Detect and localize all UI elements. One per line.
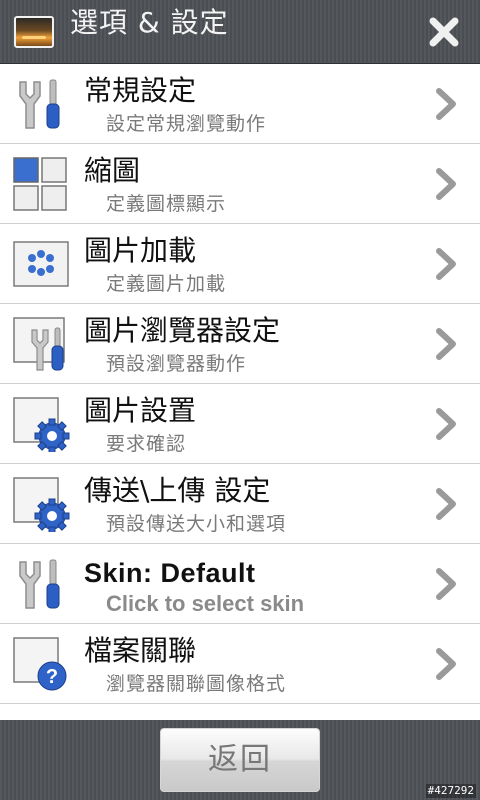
item-title: 圖片加載 bbox=[84, 234, 197, 267]
item-subtitle: 預設瀏覽器動作 bbox=[106, 353, 247, 375]
chevron-right-icon bbox=[436, 568, 456, 600]
image-gear-icon bbox=[13, 397, 70, 452]
item-subtitle: 定義圖標顯示 bbox=[106, 193, 227, 215]
chevron-right-icon bbox=[436, 88, 456, 120]
back-button[interactable]: 返回 bbox=[160, 728, 320, 792]
item-title: 圖片瀏覽器設定 bbox=[84, 314, 281, 347]
chevron-right-icon bbox=[436, 488, 456, 520]
list-item-viewer-settings[interactable]: 圖片瀏覽器設定 預設瀏覽器動作 bbox=[0, 304, 480, 384]
image-loading-icon bbox=[13, 241, 69, 287]
viewer-tools-icon bbox=[13, 317, 65, 371]
item-subtitle: 定義圖片加載 bbox=[106, 273, 227, 295]
upload-gear-icon bbox=[13, 477, 70, 532]
svg-text:?: ? bbox=[46, 666, 58, 688]
file-association-help-icon: ? bbox=[13, 637, 67, 691]
chevron-right-icon bbox=[436, 328, 456, 360]
chevron-right-icon bbox=[436, 168, 456, 200]
settings-list: 常規設定 設定常規瀏覽動作 縮圖 定義圖標顯示 圖片加載 定義圖片加載 圖片瀏覽… bbox=[0, 64, 480, 720]
item-title: 圖片設置 bbox=[84, 394, 197, 427]
bottom-bar: 返回 bbox=[0, 720, 480, 800]
list-item-image-loading[interactable]: 圖片加載 定義圖片加載 bbox=[0, 224, 480, 304]
list-item-thumbnails[interactable]: 縮圖 定義圖標顯示 bbox=[0, 144, 480, 224]
item-subtitle: 預設傳送大小和選項 bbox=[106, 513, 287, 535]
list-item-file-association[interactable]: ? 檔案關聯 瀏覽器關聯圖像格式 bbox=[0, 624, 480, 704]
item-subtitle: 要求確認 bbox=[106, 433, 187, 455]
title-bar: 選項 & 設定 bbox=[0, 0, 480, 64]
chevron-right-icon bbox=[436, 408, 456, 440]
item-subtitle: 設定常規瀏覽動作 bbox=[106, 113, 267, 135]
item-subtitle: Click to select skin bbox=[106, 591, 305, 616]
list-item-upload-settings[interactable]: 傳送\上傳 設定 預設傳送大小和選項 bbox=[0, 464, 480, 544]
list-item-skin[interactable]: Skin: Default Click to select skin bbox=[0, 544, 480, 624]
thumbnail-grid-icon bbox=[13, 157, 67, 211]
item-title: 縮圖 bbox=[84, 154, 141, 187]
list-item-general-settings[interactable]: 常規設定 設定常規瀏覽動作 bbox=[0, 64, 480, 144]
close-icon bbox=[429, 17, 459, 47]
sunset-photo-icon bbox=[14, 16, 54, 48]
skin-tools-icon bbox=[19, 559, 60, 609]
item-title: Skin: Default bbox=[84, 558, 256, 588]
watermark-id: #427292 bbox=[425, 784, 476, 798]
item-title: 傳送\上傳 設定 bbox=[84, 474, 271, 507]
tools-icon bbox=[19, 79, 60, 129]
chevron-right-icon bbox=[436, 248, 456, 280]
list-item-image-settings[interactable]: 圖片設置 要求確認 bbox=[0, 384, 480, 464]
chevron-right-icon bbox=[436, 648, 456, 680]
back-button-label: 返回 bbox=[208, 742, 272, 777]
item-title: 檔案關聯 bbox=[84, 634, 197, 667]
page-title: 選項 & 設定 bbox=[70, 6, 229, 39]
item-title: 常規設定 bbox=[84, 74, 197, 107]
close-button[interactable] bbox=[424, 12, 464, 52]
item-subtitle: 瀏覽器關聯圖像格式 bbox=[106, 673, 287, 695]
